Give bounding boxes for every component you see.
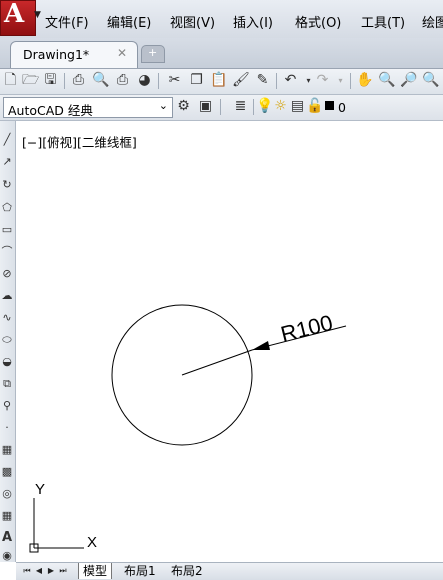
undo-icon[interactable]: ↶	[282, 72, 299, 89]
plus-icon: +	[148, 46, 158, 59]
toolbar-divider	[158, 73, 159, 89]
draw-toolbar: ╱ ↗ ↻ ⬠ ▭ ⌒ ⊘ ☁ ∿ ⬭ ◒ ⧉ ⚲ · ▦ ▩ ◎ ▦ A ◉	[0, 121, 16, 562]
layout-tab-bar: ⏮ ◀ ▶ ⏭ 模型 布局1 布局2	[16, 562, 443, 580]
toolbar-divider	[350, 73, 351, 89]
make-block-icon[interactable]: ⚲	[0, 399, 14, 413]
print-icon[interactable]: ⎙	[70, 72, 87, 89]
standard-toolbar: 🗋 🗁 🖫 ⎙ 🔍 ⎙ ◕ ✂ ❐ 📋 🖌 ✎ ↶ ▾ ↷ ▾ ✋ 🔍 🔎 🔍	[0, 69, 443, 95]
rectangle-icon[interactable]: ▭	[0, 223, 14, 237]
viewport-controls-label[interactable]: [−][俯视][二维线框]	[22, 132, 137, 151]
revision-cloud-icon[interactable]: ☁	[0, 289, 14, 303]
zoom-window-icon[interactable]: 🔎	[400, 72, 417, 89]
toolbar-divider	[276, 73, 277, 89]
ellipse-arc-icon[interactable]: ◒	[0, 355, 14, 369]
layer-properties-icon[interactable]: ≣	[232, 98, 249, 115]
close-icon[interactable]: ✕	[117, 46, 127, 60]
chevron-down-icon[interactable]: ▼	[34, 10, 41, 20]
menu-edit[interactable]: 编辑(E)	[107, 12, 151, 31]
new-tab-button[interactable]: +	[141, 45, 165, 63]
last-layout-icon[interactable]: ⏭	[58, 565, 68, 577]
autocad-logo-icon: A	[4, 0, 25, 29]
circle-icon[interactable]: ⊘	[0, 267, 14, 281]
tab-layout1[interactable]: 布局1	[120, 563, 160, 579]
table-icon[interactable]: ▦	[0, 509, 14, 523]
layer-color-swatch	[325, 101, 334, 110]
new-file-icon[interactable]: 🗋	[2, 72, 19, 89]
menu-tools[interactable]: 工具(T)	[361, 12, 405, 31]
redo-icon[interactable]: ↷	[314, 72, 331, 89]
layer-freeze-sun-icon[interactable]: ☼	[272, 98, 289, 115]
add-selected-icon[interactable]: ◉	[0, 549, 14, 563]
save-icon[interactable]: 🖫	[42, 72, 59, 89]
multiline-text-icon[interactable]: A	[0, 531, 14, 545]
next-layout-icon[interactable]: ▶	[46, 565, 56, 577]
previous-layout-icon[interactable]: ◀	[34, 565, 44, 577]
insert-block-icon[interactable]: ⧉	[0, 377, 14, 391]
point-icon[interactable]: ·	[0, 421, 14, 435]
block-editor-icon[interactable]: ✎	[254, 72, 271, 89]
polygon-icon[interactable]: ⬠	[0, 201, 14, 215]
workspace-name: AutoCAD 经典	[8, 103, 93, 118]
match-properties-icon[interactable]: 🖌	[232, 72, 250, 89]
gradient-icon[interactable]: ▩	[0, 465, 14, 479]
line-icon[interactable]: ╱	[0, 133, 14, 147]
construction-line-icon[interactable]: ↗	[0, 155, 14, 169]
zoom-previous-icon[interactable]: 🔍	[422, 72, 439, 89]
hatch-icon[interactable]: ▦	[0, 443, 14, 457]
current-layer-name[interactable]: 0	[338, 100, 346, 115]
menu-insert[interactable]: 插入(I)	[233, 12, 273, 31]
tab-drawing1[interactable]: Drawing1* ✕	[10, 41, 138, 68]
polyline-icon[interactable]: ↻	[0, 178, 14, 192]
redo-dropdown-icon[interactable]: ▾	[332, 72, 349, 89]
copy-icon[interactable]: ❐	[188, 72, 205, 89]
first-layout-icon[interactable]: ⏮	[22, 565, 32, 577]
drawing-canvas[interactable]	[16, 121, 443, 562]
layer-on-bulb-icon[interactable]: 💡	[256, 98, 273, 115]
pan-hand-icon[interactable]: ✋	[356, 72, 373, 89]
publish-icon[interactable]: ⎙	[114, 72, 131, 89]
chevron-down-icon: ⌄	[158, 99, 168, 112]
menu-bar: A ▼ 文件(F) 编辑(E) 视图(V) 插入(I) 格式(O) 工具(T) …	[0, 0, 443, 39]
layer-vp-freeze-icon[interactable]: ▤	[289, 98, 306, 115]
menu-draw[interactable]: 绘图	[422, 12, 443, 31]
ellipse-icon[interactable]: ⬭	[0, 333, 14, 347]
menu-view[interactable]: 视图(V)	[170, 12, 215, 31]
layer-unlock-icon[interactable]: 🔓	[306, 98, 323, 115]
menu-format[interactable]: 格式(O)	[295, 12, 341, 31]
document-tab-bar: Drawing1* ✕ +	[0, 38, 443, 69]
toolbar-lock-icon[interactable]: ▣	[197, 98, 214, 115]
workspace-layer-toolbar: AutoCAD 经典 ⌄ ⚙ ▣ ≣ 💡 ☼ ▤ 🔓 0	[0, 95, 443, 121]
cut-icon[interactable]: ✂	[166, 72, 183, 89]
tab-model[interactable]: 模型	[78, 563, 113, 579]
open-folder-icon[interactable]: 🗁	[22, 72, 39, 89]
paste-icon[interactable]: 📋	[210, 72, 227, 89]
toolbar-divider	[220, 99, 221, 115]
menu-file[interactable]: 文件(F)	[45, 12, 89, 31]
application-menu-button[interactable]: A	[0, 0, 36, 36]
workspace-dropdown[interactable]: AutoCAD 经典 ⌄	[3, 97, 173, 118]
print-preview-icon[interactable]: 🔍	[92, 72, 109, 89]
arc-icon[interactable]: ⌒	[0, 245, 14, 259]
toolbar-divider	[64, 73, 65, 89]
region-icon[interactable]: ◎	[0, 487, 14, 501]
3d-publish-icon[interactable]: ◕	[136, 72, 153, 89]
toolbar-divider	[253, 99, 254, 115]
spline-icon[interactable]: ∿	[0, 311, 14, 325]
tab-layout2[interactable]: 布局2	[167, 563, 207, 579]
zoom-realtime-icon[interactable]: 🔍	[378, 72, 395, 89]
tab-label: Drawing1*	[23, 47, 90, 62]
workspace-settings-gear-icon[interactable]: ⚙	[175, 98, 192, 115]
